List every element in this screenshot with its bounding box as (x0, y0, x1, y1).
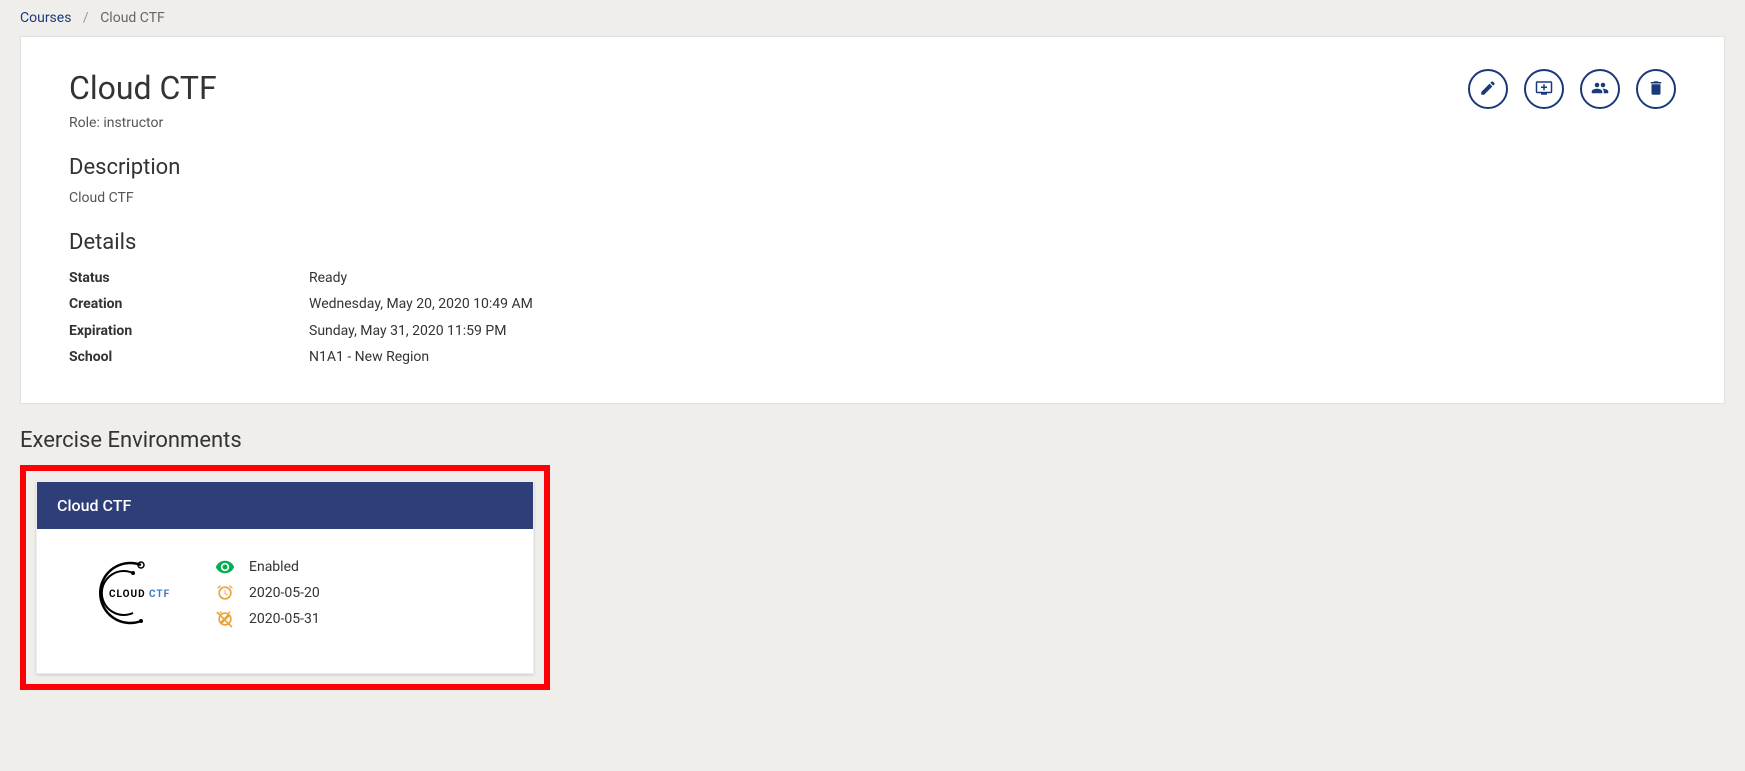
details-value-expiration: Sunday, May 31, 2020 11:59 PM (309, 320, 506, 342)
alarm-off-icon (215, 609, 235, 629)
add-to-queue-icon (1535, 79, 1553, 100)
pencil-icon (1479, 79, 1497, 100)
details-label-expiration: Expiration (69, 320, 309, 342)
svg-text:CLOUD: CLOUD (109, 589, 146, 600)
delete-button[interactable] (1636, 69, 1676, 109)
role-line: Role: instructor (69, 115, 217, 131)
env-card[interactable]: Cloud CTF CLOUD CTF Enabled (36, 481, 534, 674)
users-icon (1591, 79, 1609, 100)
add-screen-button[interactable] (1524, 69, 1564, 109)
env-highlight-box: Cloud CTF CLOUD CTF Enabled (20, 465, 550, 690)
env-status-row: Enabled (215, 557, 320, 577)
page-title: Cloud CTF (69, 69, 217, 107)
breadcrumb: Courses / Cloud CTF (20, 0, 1725, 36)
alarm-on-icon (215, 583, 235, 603)
details-label-status: Status (69, 267, 309, 289)
breadcrumb-separator: / (83, 10, 89, 26)
env-card-logo: CLOUD CTF (65, 553, 185, 633)
env-end-value: 2020-05-31 (249, 611, 320, 627)
env-end-row: 2020-05-31 (215, 609, 320, 629)
env-status-value: Enabled (249, 559, 299, 575)
eye-icon (215, 557, 235, 577)
svg-text:CTF: CTF (149, 589, 170, 600)
details-row-creation: Creation Wednesday, May 20, 2020 10:49 A… (69, 291, 1676, 317)
env-start-value: 2020-05-20 (249, 585, 320, 601)
breadcrumb-current: Cloud CTF (100, 10, 165, 26)
breadcrumb-link-courses[interactable]: Courses (20, 10, 71, 26)
description-heading: Description (69, 155, 1676, 180)
trash-icon (1647, 79, 1665, 100)
env-start-row: 2020-05-20 (215, 583, 320, 603)
course-card: Cloud CTF Role: instructor (20, 36, 1725, 404)
details-value-creation: Wednesday, May 20, 2020 10:49 AM (309, 293, 533, 315)
edit-button[interactable] (1468, 69, 1508, 109)
details-label-creation: Creation (69, 293, 309, 315)
details-value-status: Ready (309, 267, 347, 289)
description-text: Cloud CTF (69, 190, 1676, 206)
details-value-school: N1A1 - New Region (309, 346, 429, 368)
details-row-expiration: Expiration Sunday, May 31, 2020 11:59 PM (69, 318, 1676, 344)
details-heading: Details (69, 230, 1676, 255)
users-button[interactable] (1580, 69, 1620, 109)
env-card-title: Cloud CTF (37, 482, 533, 529)
action-buttons (1468, 69, 1676, 109)
details-label-school: School (69, 346, 309, 368)
envs-section-title: Exercise Environments (20, 428, 1725, 453)
details-row-school: School N1A1 - New Region (69, 344, 1676, 370)
details-row-status: Status Ready (69, 265, 1676, 291)
